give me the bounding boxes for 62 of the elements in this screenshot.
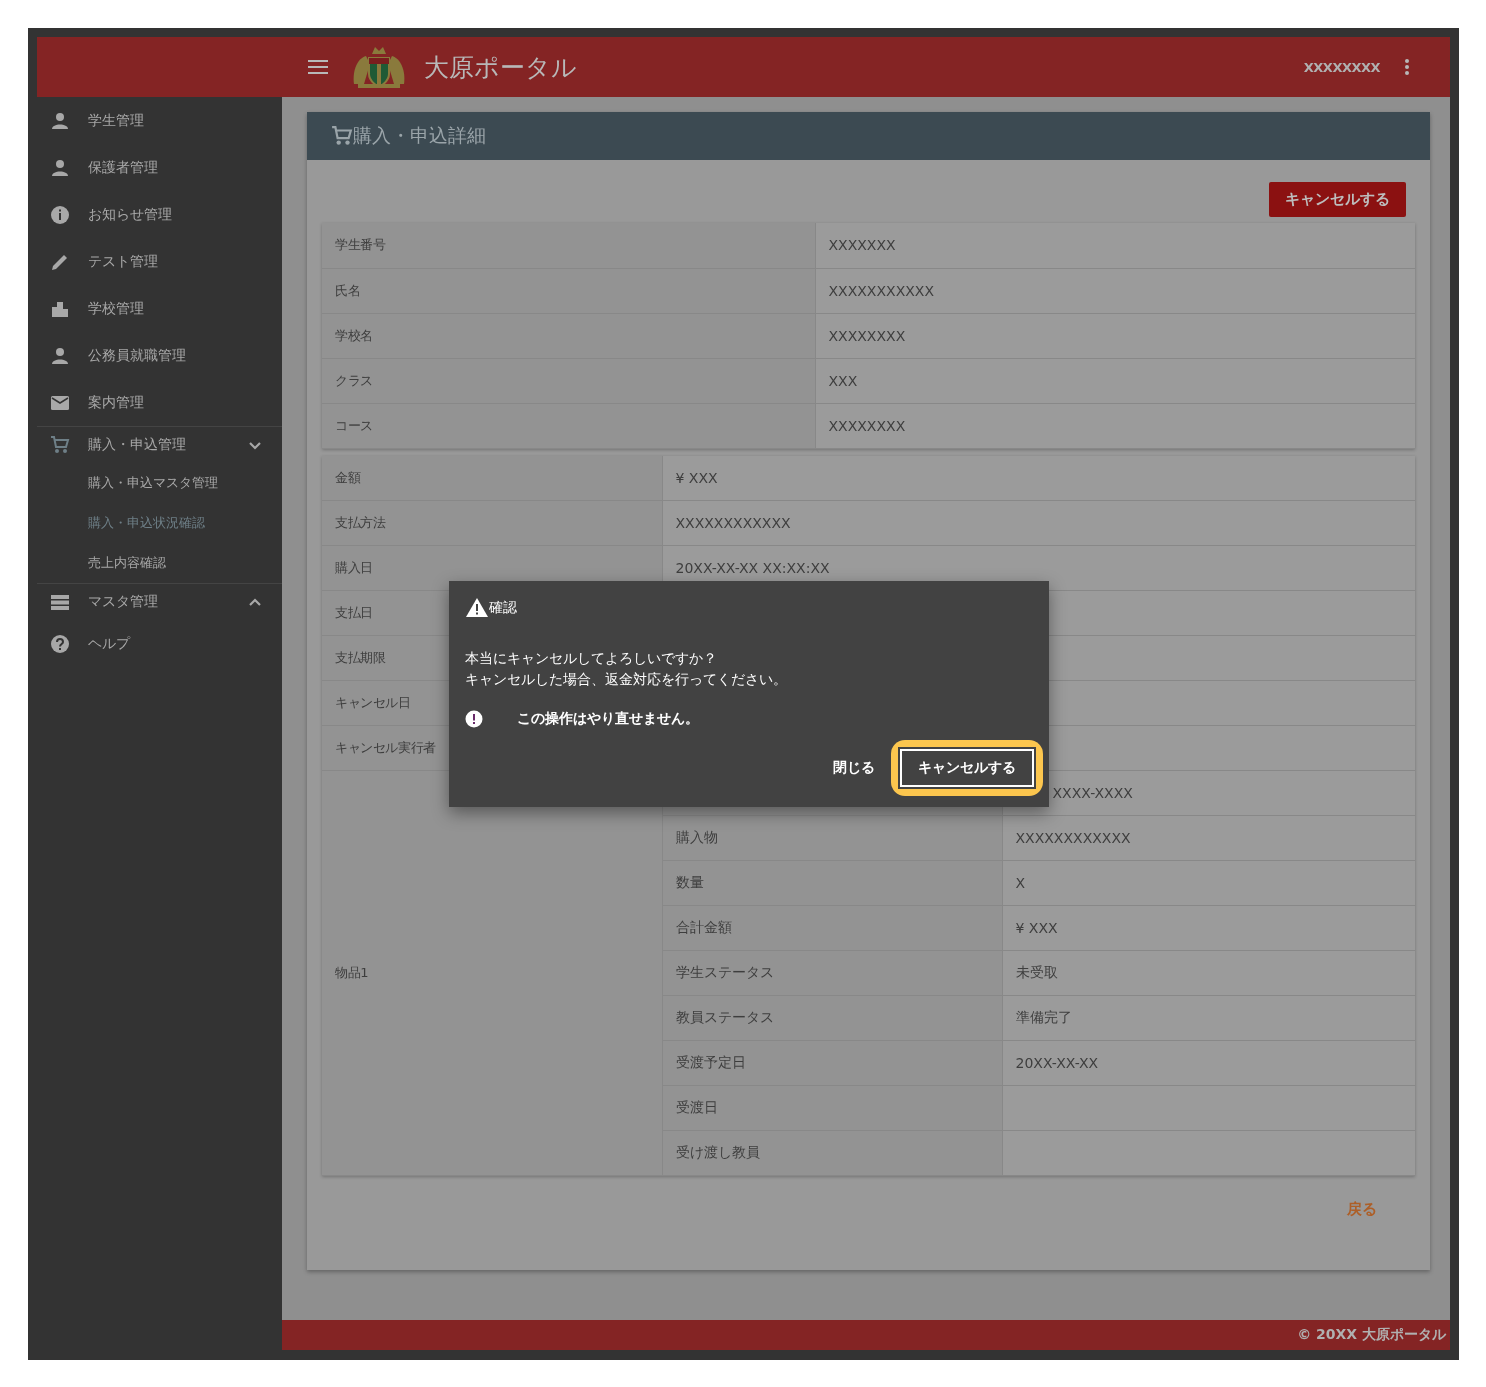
label-cell: クラス	[322, 358, 815, 403]
label-cell: コース	[322, 403, 815, 448]
alert-icon	[465, 710, 483, 728]
info-icon	[50, 204, 70, 225]
value-cell: XXX	[815, 358, 1415, 403]
value-cell: XXXXXXX	[815, 223, 1415, 268]
sidebar-item[interactable]: 公務員就職管理	[37, 332, 282, 379]
label-cell: 学生ステータス	[662, 950, 1002, 996]
label-cell: 教員ステータス	[662, 995, 1002, 1041]
value-cell: 未受取	[1002, 950, 1415, 996]
label-cell: 数量	[662, 860, 1002, 906]
value-cell: ¥ XXX	[662, 455, 1415, 501]
value-cell: ¥ XXX	[1002, 905, 1415, 951]
label-cell: 受け渡し教員	[662, 1130, 1002, 1176]
label-cell: 氏名	[322, 268, 815, 313]
value-cell: XXXXXXXXXXX	[815, 268, 1415, 313]
copyright-text: © 20XX 大原ポータル	[1297, 1326, 1446, 1344]
label-cell: 金額	[322, 455, 662, 501]
sidebar-item[interactable]: マスタ管理	[37, 584, 282, 620]
menu-icon[interactable]	[308, 60, 328, 74]
sidebar-item[interactable]: 学校管理	[37, 285, 282, 332]
sidebar-item[interactable]: お知らせ管理	[37, 191, 282, 238]
label-cell: 学校名	[322, 313, 815, 358]
value-cell: XXXXXXXXXXXX	[1002, 815, 1415, 861]
cart-icon	[331, 125, 353, 147]
more-icon[interactable]	[1404, 58, 1410, 76]
label-cell: 受渡予定日	[662, 1040, 1002, 1086]
value-cell: X	[1002, 860, 1415, 906]
user-name[interactable]: XXXXXXXX	[1303, 59, 1380, 75]
value-cell: 準備完了	[1002, 995, 1415, 1041]
sidebar-item[interactable]: 保護者管理	[37, 144, 282, 191]
app-title: 大原ポータル	[424, 51, 577, 84]
sidebar-item[interactable]: 学生管理	[37, 97, 282, 144]
confirm-cancel-button[interactable]: キャンセルする	[900, 749, 1034, 787]
label-cell: 支払方法	[322, 500, 662, 546]
warning-icon	[465, 597, 489, 618]
sidebar-item[interactable]: ヘルプ	[37, 620, 282, 667]
dialog-title: 確認	[489, 598, 517, 617]
label-cell: 合計金額	[662, 905, 1002, 951]
cart-icon	[50, 435, 70, 455]
label-cell: 購入物	[662, 815, 1002, 861]
person-icon	[50, 157, 70, 178]
value-cell: XXXXXXXXXXXX	[662, 500, 1415, 546]
page-title: 購入・申込詳細	[353, 123, 486, 148]
value-cell: XXXXXXXX	[815, 403, 1415, 448]
label-cell: 受渡日	[662, 1085, 1002, 1131]
value-cell: XXXXXXXX	[815, 313, 1415, 358]
person-icon	[50, 110, 70, 131]
cancel-button[interactable]: キャンセルする	[1269, 182, 1406, 217]
close-button[interactable]: 閉じる	[829, 755, 879, 781]
sidebar-item[interactable]: 購入・申込管理	[37, 427, 282, 463]
sidebar-subitem[interactable]: 購入・申込マスタ管理	[37, 463, 282, 503]
sidebar-subitem[interactable]: 購入・申込状況確認	[37, 503, 282, 543]
value-cell: 20XX-XX-XX	[1002, 1040, 1415, 1086]
help-icon	[50, 633, 70, 654]
sidebar-item[interactable]: 案内管理	[37, 379, 282, 426]
person-icon	[50, 345, 70, 366]
list-icon	[50, 592, 70, 612]
sidebar-item[interactable]: テスト管理	[37, 238, 282, 285]
sidebar-subitem[interactable]: 売上内容確認	[37, 543, 282, 583]
label-cell: 学生番号	[322, 223, 815, 268]
label-cell: 物品1	[322, 770, 662, 1176]
